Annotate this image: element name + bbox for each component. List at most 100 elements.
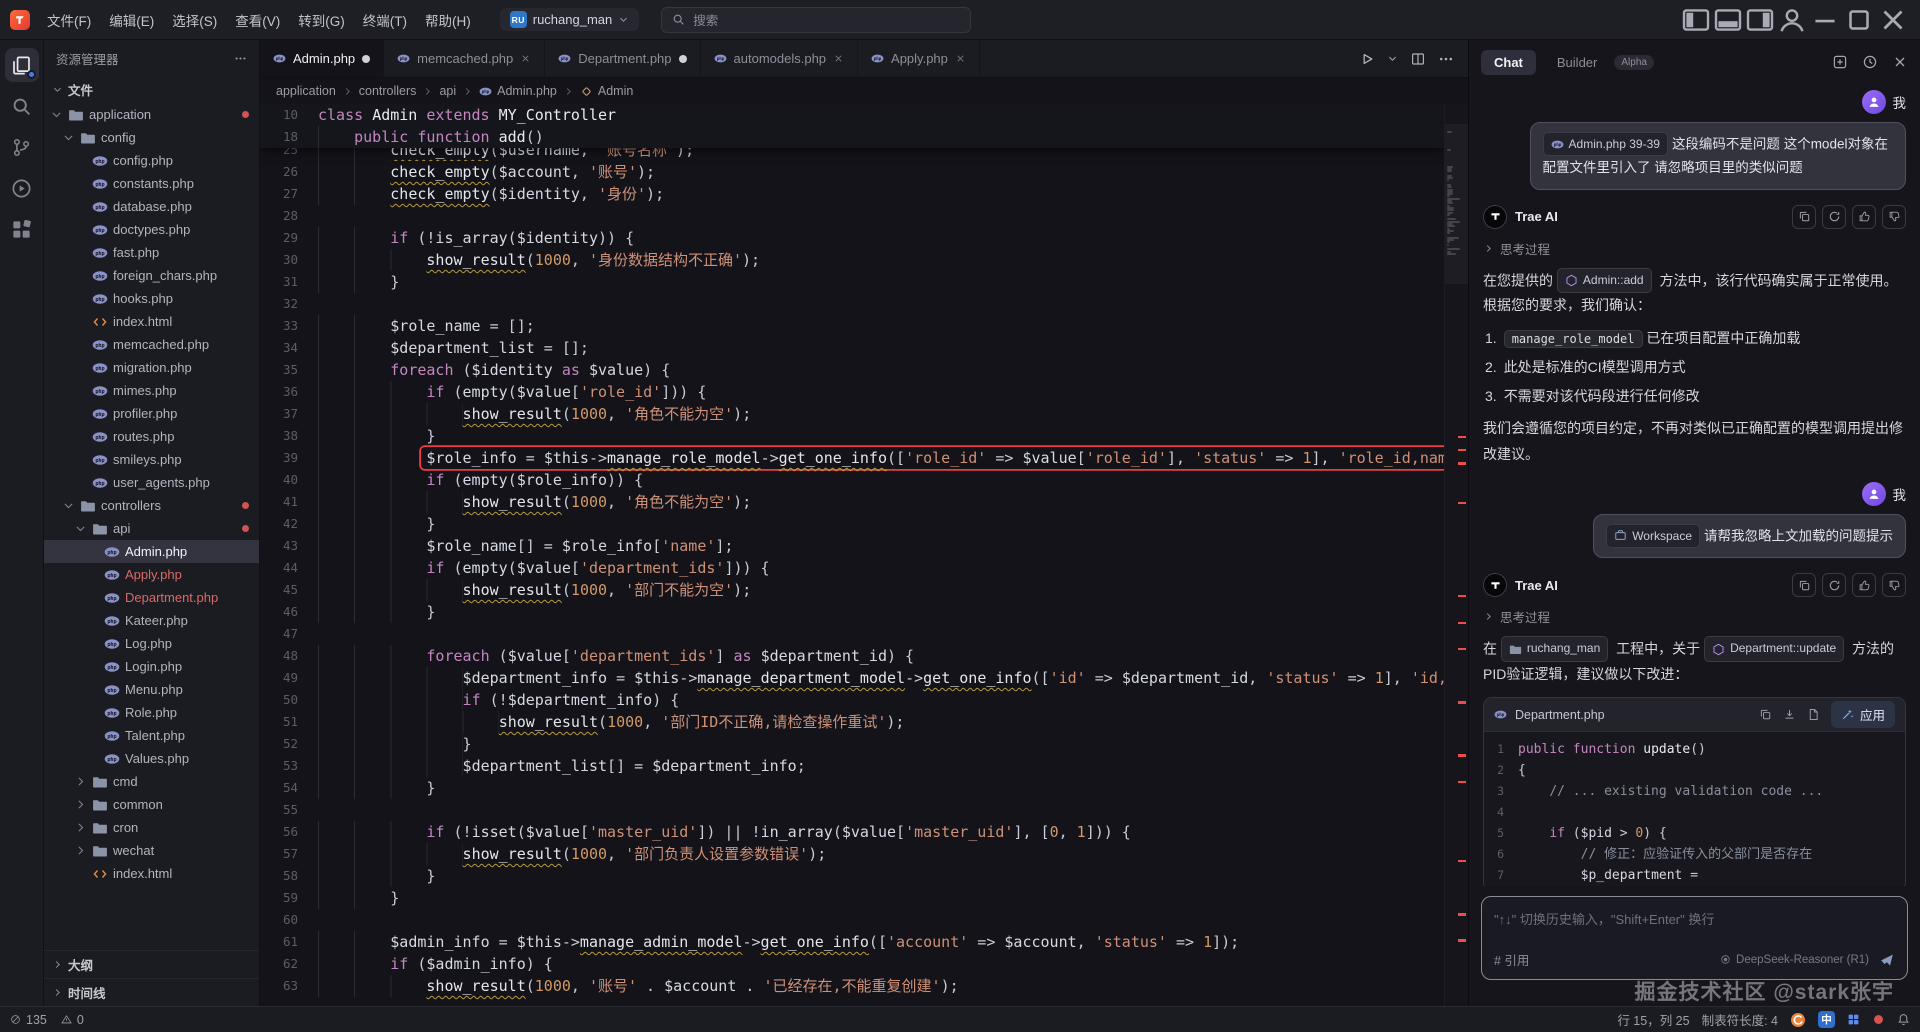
editor-tab-Admin.php[interactable]: phpAdmin.php (260, 40, 384, 77)
reference-chip[interactable]: Admin::add (1557, 268, 1652, 294)
tree-item-index.html[interactable]: index.html (44, 862, 259, 885)
tree-item-Apply.php[interactable]: phpApply.php (44, 563, 259, 586)
menu-item-6[interactable]: 帮助(H) (416, 6, 480, 34)
problems-warnings[interactable]: 0 (61, 1013, 84, 1027)
menu-item-1[interactable]: 编辑(E) (100, 6, 163, 34)
tree-item-cron[interactable]: cron (44, 816, 259, 839)
copy-button[interactable] (1792, 205, 1816, 229)
tree-item-foreign_chars.php[interactable]: phpforeign_chars.php (44, 264, 259, 287)
tree-item-migration.php[interactable]: phpmigration.php (44, 356, 259, 379)
tree-item-api[interactable]: api (44, 517, 259, 540)
plugin-dot-icon[interactable] (1872, 1013, 1885, 1026)
menu-item-4[interactable]: 转到(G) (289, 6, 354, 34)
tree-item-Talent.php[interactable]: phpTalent.php (44, 724, 259, 747)
new-chat-button[interactable] (1832, 54, 1848, 70)
project-selector[interactable]: RU ruchang_man (500, 8, 640, 31)
tree-item-Login.php[interactable]: phpLogin.php (44, 655, 259, 678)
regenerate-button[interactable] (1822, 205, 1846, 229)
tree-item-constants.php[interactable]: phpconstants.php (44, 172, 259, 195)
timeline-section[interactable]: 时间线 (44, 978, 259, 1006)
thinking-toggle[interactable]: 思考过程 (1483, 239, 1906, 258)
cursor-position[interactable]: 行 15，列 25 (1617, 1010, 1689, 1029)
tree-item-wechat[interactable]: wechat (44, 839, 259, 862)
close-panel-button[interactable] (1892, 54, 1908, 70)
tab-chat[interactable]: Chat (1481, 50, 1536, 75)
activity-explorer[interactable] (5, 48, 39, 82)
breadcrumb-controllers[interactable]: controllers (359, 84, 417, 98)
regenerate-button[interactable] (1822, 573, 1846, 597)
activity-search[interactable] (5, 89, 39, 123)
tree-item-hooks.php[interactable]: phphooks.php (44, 287, 259, 310)
breadcrumb-Admin[interactable]: Admin (580, 84, 633, 98)
close-tab-button[interactable] (955, 53, 966, 64)
model-selector[interactable]: DeepSeek-Reasoner (R1) (1720, 954, 1869, 966)
tree-item-Admin.php[interactable]: phpAdmin.php (44, 540, 259, 563)
tree-item-config.php[interactable]: phpconfig.php (44, 149, 259, 172)
tree-item-smileys.php[interactable]: phpsmileys.php (44, 448, 259, 471)
editor-tab-Department.php[interactable]: phpDepartment.php (545, 40, 700, 77)
toggle-secondary-sidebar-icon[interactable] (1744, 6, 1776, 34)
sidebar-more-button[interactable] (234, 52, 247, 65)
tree-item-profiler.php[interactable]: phpprofiler.php (44, 402, 259, 425)
tree-item-database.php[interactable]: phpdatabase.php (44, 195, 259, 218)
tree-item-controllers[interactable]: controllers (44, 494, 259, 517)
editor-tab-memcached.php[interactable]: phpmemcached.php (384, 40, 545, 77)
tree-item-application[interactable]: application (44, 103, 259, 126)
activity-run-debug[interactable] (5, 171, 39, 205)
tree-item-Kateer.php[interactable]: phpKateer.php (44, 609, 259, 632)
close-window-button[interactable] (1876, 6, 1910, 34)
thumb-up-button[interactable] (1852, 205, 1876, 229)
menu-item-2[interactable]: 选择(S) (163, 6, 226, 34)
ime-icon[interactable]: 中 (1818, 1011, 1835, 1028)
breadcrumb-Admin.php[interactable]: phpAdmin.php (479, 84, 557, 98)
split-button[interactable] (1410, 51, 1426, 67)
insert-button[interactable] (1783, 708, 1796, 721)
reference-chip[interactable]: phpAdmin.php 39-39 (1543, 132, 1668, 156)
activity-source-control[interactable] (5, 130, 39, 164)
reference-chip[interactable]: Department::update (1704, 636, 1844, 662)
thinking-toggle[interactable]: 思考过程 (1483, 607, 1906, 626)
copy-button[interactable] (1759, 708, 1772, 721)
global-search[interactable]: 搜索 (661, 7, 971, 33)
close-tab-button[interactable] (520, 53, 531, 64)
problems-errors[interactable]: 135 (10, 1013, 47, 1027)
tree-item-cmd[interactable]: cmd (44, 770, 259, 793)
tree-item-mimes.php[interactable]: phpmimes.php (44, 379, 259, 402)
tree-item-user_agents.php[interactable]: phpuser_agents.php (44, 471, 259, 494)
chev-down-button[interactable] (1387, 53, 1398, 64)
tree-item-Log.php[interactable]: phpLog.php (44, 632, 259, 655)
code-editor[interactable]: 25check_empty($username, '账号名称');26check… (260, 104, 1468, 1006)
tree-item-Values.php[interactable]: phpValues.php (44, 747, 259, 770)
app-logo-icon[interactable] (10, 10, 30, 30)
reference-button[interactable]: # 引用 (1494, 950, 1529, 969)
toggle-panel-icon[interactable] (1712, 6, 1744, 34)
tree-item-index.html[interactable]: index.html (44, 310, 259, 333)
tree-item-common[interactable]: common (44, 793, 259, 816)
plugin-grid-icon[interactable] (1847, 1013, 1860, 1026)
menu-item-0[interactable]: 文件(F) (38, 6, 100, 34)
thumb-down-button[interactable] (1882, 205, 1906, 229)
copy-button[interactable] (1792, 573, 1816, 597)
files-section-header[interactable]: 文件 (44, 76, 259, 103)
editor-tab-Apply.php[interactable]: phpApply.php (858, 40, 980, 77)
tab-size[interactable]: 制表符长度: 4 (1702, 1010, 1778, 1029)
juejin-plugin-icon[interactable] (1790, 1012, 1806, 1028)
tree-item-config[interactable]: config (44, 126, 259, 149)
chat-history-button[interactable] (1862, 54, 1878, 70)
tab-builder[interactable]: Builder (1544, 50, 1610, 75)
reference-chip[interactable]: Workspace (1606, 524, 1700, 548)
ellipsis-button[interactable] (1438, 51, 1454, 67)
apply-button[interactable]: 应用 (1831, 701, 1895, 728)
activity-extensions[interactable] (5, 212, 39, 246)
chat-input[interactable]: "↑↓" 切换历史输入，"Shift+Enter" 换行 # 引用 DeepSe… (1481, 896, 1908, 980)
run-button[interactable] (1359, 51, 1375, 67)
tree-item-Role.php[interactable]: phpRole.php (44, 701, 259, 724)
outline-section[interactable]: 大纲 (44, 950, 259, 978)
reference-chip[interactable]: ruchang_man (1501, 636, 1608, 662)
menu-item-5[interactable]: 终端(T) (354, 6, 416, 34)
send-button[interactable] (1879, 952, 1895, 968)
user-message-bubble[interactable]: Workspace请帮我忽略上文加载的问题提示 (1593, 514, 1906, 559)
doc-button[interactable] (1807, 708, 1820, 721)
tree-item-routes.php[interactable]: phproutes.php (44, 425, 259, 448)
bell-icon[interactable] (1897, 1013, 1910, 1026)
